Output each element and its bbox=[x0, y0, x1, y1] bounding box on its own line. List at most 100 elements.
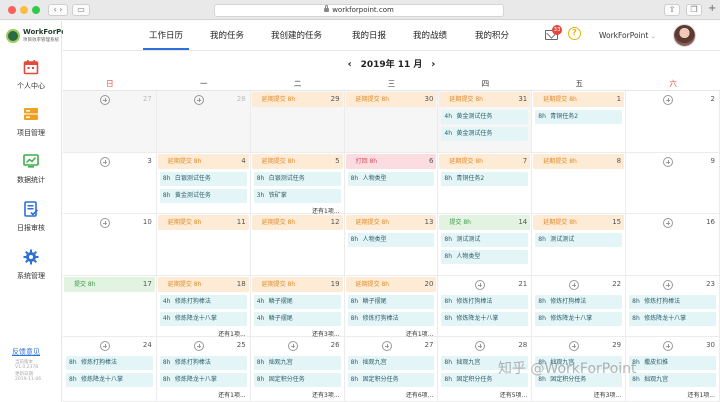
event-item[interactable]: 8h 青铜任务2 bbox=[441, 172, 529, 186]
new-tab-icon[interactable]: + bbox=[708, 3, 716, 14]
add-event-icon[interactable] bbox=[381, 341, 392, 351]
event-item[interactable]: 8h 修炼打狗棒法 bbox=[535, 295, 623, 309]
calendar-day-cell[interactable]: 21 8h 修炼打狗棒法 8h 修炼降龙十八掌 bbox=[438, 276, 533, 337]
status-badge[interactable]: 提交 8h 17 bbox=[64, 277, 155, 292]
tab-my-points[interactable]: 我的积分 bbox=[475, 29, 509, 41]
calendar-day-cell[interactable]: 打回 8h 6 8h 人物类型 bbox=[344, 153, 439, 214]
calendar-day-cell[interactable]: 27 bbox=[63, 91, 157, 153]
event-item[interactable]: 8h 固定积分任务 bbox=[253, 373, 341, 387]
add-event-icon[interactable] bbox=[569, 280, 580, 290]
event-item[interactable]: 8h 白银测试任务 bbox=[159, 172, 247, 186]
tab-work-calendar[interactable]: 工作日历 bbox=[142, 29, 190, 50]
status-badge[interactable]: 打回 8h 6 bbox=[345, 154, 437, 169]
event-item[interactable]: 8h 拙观九宫 bbox=[629, 373, 716, 387]
status-badge[interactable]: 延期提交 8h 15 bbox=[533, 215, 625, 230]
event-item[interactable]: 4h 鳞子摆尾 bbox=[253, 295, 341, 309]
event-item[interactable]: 8h 修炼打狗棒法 bbox=[159, 356, 247, 370]
calendar-day-cell[interactable]: 延期提交 8h 7 8h 青铜任务2 bbox=[438, 153, 533, 214]
tabs-icon[interactable]: ❐ bbox=[686, 4, 702, 16]
avatar[interactable] bbox=[673, 24, 696, 47]
event-item[interactable]: 8h 修炼打狗棒法 bbox=[66, 356, 153, 370]
status-badge[interactable]: 延期提交 8h 4 bbox=[157, 154, 249, 169]
status-badge[interactable]: 延期提交 8h 30 bbox=[345, 92, 437, 107]
event-item[interactable]: 8h 拙观九宫 bbox=[347, 356, 435, 370]
calendar-day-cell[interactable]: 延期提交 8h 19 4h 鳞子摆尾 4h 鳞子摆尾 还有3项... bbox=[250, 276, 345, 338]
add-event-icon[interactable] bbox=[193, 95, 204, 105]
calendar-day-cell[interactable]: 延期提交 8h 11 bbox=[156, 214, 251, 276]
tab-my-reports[interactable]: 我的日报 bbox=[352, 29, 386, 41]
calendar-day-cell[interactable]: 延期提交 8h 20 8h 鳞子摆尾 8h 修炼打狗棒法 还有1项... bbox=[344, 276, 439, 338]
sidebar-item-statistics[interactable]: 数据统计 bbox=[0, 153, 62, 193]
calendar-day-cell[interactable]: 延期提交 8h 5 8h 白银测试任务 3h 铁矿掌 还有1项... bbox=[250, 153, 345, 215]
event-item[interactable]: 8h 白银测试任务 bbox=[253, 172, 341, 186]
status-badge[interactable]: 延期提交 8h 7 bbox=[439, 154, 531, 169]
calendar-day-cell[interactable]: 延期提交 8h 1 8h 青铜任务2 bbox=[532, 91, 627, 153]
status-badge[interactable]: 延期提交 8h 5 bbox=[251, 154, 343, 169]
calendar-day-cell[interactable]: 27 8h 拙观九宫 8h 固定积分任务 还有6项... bbox=[344, 337, 439, 402]
event-item[interactable]: 8h 人物类型 bbox=[347, 233, 435, 247]
add-event-icon[interactable] bbox=[663, 341, 674, 351]
event-item[interactable]: 8h 拙观九宫 bbox=[253, 356, 341, 370]
calendar-day-cell[interactable]: 延期提交 8h 18 4h 修炼打狗棒法 4h 修炼降龙十八掌 还有1项... bbox=[156, 276, 251, 338]
event-item[interactable]: 4h 修炼降龙十八掌 bbox=[159, 312, 247, 326]
event-item[interactable]: 8h 人物类型 bbox=[441, 250, 529, 264]
calendar-day-cell[interactable]: 10 bbox=[63, 214, 157, 276]
calendar-day-cell[interactable]: 22 8h 修炼打狗棒法 8h 修炼降龙十八掌 bbox=[532, 276, 627, 337]
sidebar-item-system-management[interactable]: 系统管理 bbox=[0, 249, 62, 289]
close-window-button[interactable] bbox=[8, 6, 16, 14]
calendar-day-cell[interactable]: 延期提交 8h 29 bbox=[250, 91, 345, 153]
calendar-day-cell[interactable]: 延期提交 8h 12 bbox=[250, 214, 345, 276]
next-month-button[interactable]: › bbox=[431, 59, 435, 70]
brand-logo[interactable]: WorkForPoint 项目效率管理系统 bbox=[6, 28, 77, 46]
add-event-icon[interactable] bbox=[475, 280, 486, 290]
feedback-link[interactable]: 反馈意见 bbox=[12, 347, 40, 357]
add-event-icon[interactable] bbox=[663, 218, 674, 228]
event-item[interactable]: 8h 修炼降龙十八掌 bbox=[441, 312, 529, 326]
sidebar-item-report-review[interactable]: 日报审核 bbox=[0, 201, 62, 241]
sidebar-toggle-icon[interactable]: ▭ bbox=[72, 4, 90, 16]
calendar-day-cell[interactable]: 延期提交 8h 13 8h 人物类型 bbox=[344, 214, 439, 276]
add-event-icon[interactable] bbox=[100, 218, 110, 228]
prev-month-button[interactable]: ‹ bbox=[348, 59, 352, 70]
tab-my-tasks[interactable]: 我的任务 bbox=[210, 29, 244, 41]
calendar-day-cell[interactable]: 25 8h 修炼打狗棒法 8h 修炼降龙十八掌 还有1项... bbox=[156, 337, 251, 402]
status-badge[interactable]: 延期提交 8h 20 bbox=[345, 277, 437, 292]
sidebar-item-project-management[interactable]: 项目管理 bbox=[0, 106, 62, 146]
event-item[interactable]: 8h 修炼降龙十八掌 bbox=[159, 373, 247, 387]
event-item[interactable]: 4h 修炼打狗棒法 bbox=[159, 295, 247, 309]
calendar-day-cell[interactable]: 提交 8h 14 8h 测试测试 8h 人物类型 bbox=[438, 214, 533, 276]
event-item[interactable]: 8h 修炼降龙十八掌 bbox=[629, 312, 716, 326]
add-event-icon[interactable] bbox=[569, 341, 580, 351]
back-forward-buttons[interactable]: ‹ › bbox=[48, 4, 68, 16]
event-item[interactable]: 3h 铁矿掌 bbox=[253, 189, 341, 203]
status-badge[interactable]: 延期提交 8h 11 bbox=[157, 215, 249, 230]
tab-created-tasks[interactable]: 我创建的任务 bbox=[271, 29, 322, 41]
add-event-icon[interactable] bbox=[100, 157, 110, 167]
event-item[interactable]: 8h 测试测试 bbox=[535, 233, 623, 247]
user-menu[interactable]: WorkForPoint ⌄ bbox=[599, 31, 656, 40]
more-events-link[interactable]: 还有1项... bbox=[218, 390, 246, 399]
add-event-icon[interactable] bbox=[663, 280, 674, 290]
add-event-icon[interactable] bbox=[100, 95, 110, 105]
add-event-icon[interactable] bbox=[663, 157, 674, 167]
sidebar-item-personal-center[interactable]: 个人中心 bbox=[0, 59, 62, 99]
calendar-day-cell[interactable]: 延期提交 8h 31 4h 黄金测试任务 4h 黄金测试任务 bbox=[438, 91, 533, 153]
event-item[interactable]: 8h 固定积分任务 bbox=[347, 373, 435, 387]
minimize-window-button[interactable] bbox=[20, 6, 28, 14]
calendar-day-cell[interactable]: 延期提交 8h 8 bbox=[532, 153, 627, 214]
status-badge[interactable]: 延期提交 8h 18 bbox=[157, 277, 249, 292]
event-item[interactable]: 4h 黄金测试任务 bbox=[441, 127, 529, 141]
status-badge[interactable]: 延期提交 8h 13 bbox=[345, 215, 437, 230]
event-item[interactable]: 8h 修炼打狗棒法 bbox=[347, 312, 435, 326]
calendar-day-cell[interactable]: 23 8h 修炼打狗棒法 8h 修炼降龙十八掌 bbox=[626, 276, 720, 337]
calendar-day-cell[interactable]: 30 8h 撒皮扣推 8h 拙观九宫 还有1项... bbox=[626, 337, 720, 402]
calendar-day-cell[interactable]: 24 8h 修炼打狗棒法 8h 修炼降龙十八掌 bbox=[63, 337, 157, 402]
status-badge[interactable]: 延期提交 8h 1 bbox=[533, 92, 625, 107]
event-item[interactable]: 8h 修炼打狗棒法 bbox=[629, 295, 716, 309]
event-item[interactable]: 8h 黄金测试任务 bbox=[159, 189, 247, 203]
calendar-day-cell[interactable]: 延期提交 8h 15 8h 测试测试 bbox=[532, 214, 627, 276]
add-event-icon[interactable] bbox=[193, 341, 204, 351]
event-item[interactable]: 8h 修炼降龙十八掌 bbox=[66, 373, 153, 387]
calendar-day-cell[interactable]: 3 bbox=[63, 153, 157, 214]
calendar-day-cell[interactable]: 延期提交 8h 4 8h 白银测试任务 8h 黄金测试任务 bbox=[156, 153, 251, 214]
